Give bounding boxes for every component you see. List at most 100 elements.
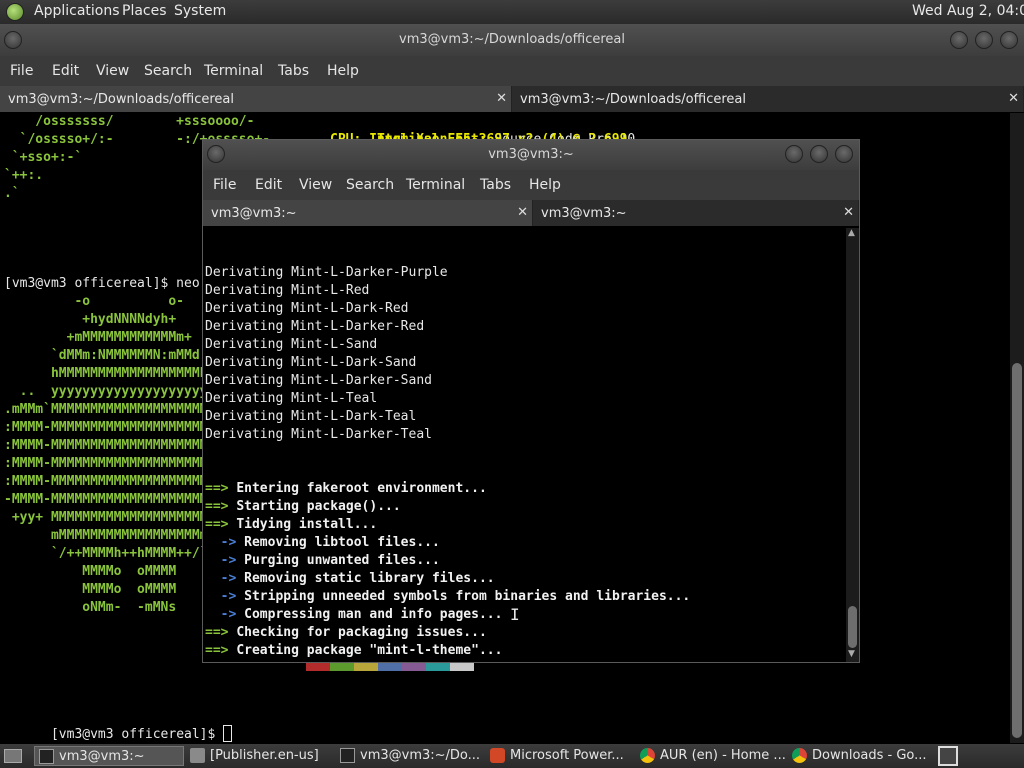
scrollbar-thumb[interactable] (1012, 363, 1022, 738)
palette-swatch (330, 663, 354, 671)
build-marker: ==> (205, 625, 229, 640)
derivating-line: Derivating Mint-L-Darker-Purple (205, 265, 448, 280)
tab-close-icon[interactable]: ✕ (496, 91, 507, 106)
taskbar-item-publisher[interactable]: [Publisher.en-us] (186, 746, 334, 766)
build-line: -> Purging unwanted files... (205, 552, 845, 570)
taskbar-label: Microsoft Power... (510, 748, 624, 763)
derivating-line: Derivating Mint-L-Dark-Teal (205, 409, 417, 424)
menu-edit[interactable]: Edit (255, 177, 282, 193)
taskbar-item-terminal-downloads[interactable]: vm3@vm3:~/Do... (336, 746, 484, 766)
palette-swatch (306, 663, 330, 671)
palette-swatch (426, 663, 450, 671)
front-window-menubar: File Edit View Search Terminal Tabs Help (203, 170, 859, 200)
final-prompt-line: [vm3@vm3 officereal]$ (4, 707, 233, 743)
taskbar-item-downloads[interactable]: Downloads - Go... (788, 746, 934, 766)
maximize-button[interactable] (810, 145, 828, 163)
tab-close-icon[interactable]: ✕ (1008, 91, 1019, 106)
tab-home-1[interactable]: vm3@vm3:~ ✕ (203, 200, 533, 226)
menu-terminal[interactable]: Terminal (406, 177, 465, 193)
ascii-logo-line: +yy+ MMMMMMMMMMMMMMMMMMMM (4, 510, 208, 525)
window-menu-icon[interactable] (4, 31, 22, 49)
build-marker: -> (205, 589, 237, 604)
show-desktop-icon[interactable] (4, 749, 22, 763)
taskbar-label: vm3@vm3:~/Do... (360, 748, 481, 763)
ascii-logo-line: :MMMM-MMMMMMMMMMMMMMMMMMMM (4, 456, 208, 471)
build-marker: ==> (205, 517, 229, 532)
build-text: Creating package "mint-l-theme"... (236, 643, 503, 658)
build-marker: -> (205, 553, 237, 568)
menu-view[interactable]: View (299, 177, 332, 193)
front-window-titlebar[interactable]: vm3@vm3:~ (203, 140, 859, 170)
derivating-line: Derivating Mint-L-Sand (205, 337, 378, 352)
maximize-button[interactable] (975, 31, 993, 49)
scroll-up-icon[interactable]: ▲ (848, 228, 855, 238)
tab-label: vm3@vm3:~/Downloads/officereal (520, 92, 746, 107)
ascii-logo-line: :MMMM-MMMMMMMMMMMMMMMMMMMM (4, 474, 208, 489)
build-line: ==> Checking for packaging issues... (205, 624, 845, 642)
tab-close-icon[interactable]: ✕ (843, 205, 854, 220)
ascii-logo-line: +hydNNNNdyh+ (4, 312, 177, 327)
taskbar-item-aur[interactable]: AUR (en) - Home ... (636, 746, 786, 766)
clock[interactable]: Wed Aug 2, 04:04 (912, 3, 1024, 19)
menu-file[interactable]: File (213, 177, 236, 193)
mint-logo-icon[interactable] (6, 3, 24, 21)
menu-search[interactable]: Search (144, 63, 192, 79)
taskbar-item-powerpoint[interactable]: Microsoft Power... (486, 746, 634, 766)
applications-menu[interactable]: Applications (34, 3, 120, 19)
front-terminal-output[interactable]: Derivating Mint-L-Darker-Purple Derivatin… (205, 228, 845, 660)
workspace-switcher-icon[interactable] (938, 746, 958, 766)
build-line: ==> Tidying install... (205, 516, 845, 534)
menu-tabs[interactable]: Tabs (278, 63, 309, 79)
ascii-logo-line: -o o- (4, 294, 185, 309)
top-panel: Applications Places System Wed Aug 2, 04… (0, 0, 1024, 24)
front-window-tabbar: vm3@vm3:~ ✕ vm3@vm3:~ ✕ (203, 200, 859, 226)
minimize-button[interactable] (950, 31, 968, 49)
back-window-title: vm3@vm3:~/Downloads/officereal (399, 32, 625, 47)
terminal-icon (39, 749, 54, 764)
scroll-down-icon[interactable]: ▼ (848, 649, 855, 659)
front-window-scrollbar[interactable]: ▲ ▼ (846, 228, 859, 662)
close-button[interactable] (1000, 31, 1018, 49)
tab-home-2[interactable]: vm3@vm3:~ ✕ (533, 200, 859, 226)
minimize-button[interactable] (785, 145, 803, 163)
menu-file[interactable]: File (10, 63, 33, 79)
scrollbar-thumb[interactable] (848, 606, 857, 648)
tab-officereal-1[interactable]: vm3@vm3:~/Downloads/officereal ✕ (0, 86, 512, 112)
window-menu-icon[interactable] (207, 145, 225, 163)
build-text: Stripping unneeded symbols from binaries… (244, 589, 691, 604)
build-marker: ==> (205, 481, 229, 496)
ascii-logo-line: mMMMMMMMMMMMMMMMMMMm (4, 528, 208, 543)
tab-officereal-2[interactable]: vm3@vm3:~/Downloads/officereal ✕ (512, 86, 1024, 112)
menu-terminal[interactable]: Terminal (204, 63, 263, 79)
system-menu[interactable]: System (174, 3, 226, 19)
back-window-scrollbar[interactable] (1010, 113, 1024, 743)
palette-swatch (282, 663, 306, 671)
tab-close-icon[interactable]: ✕ (517, 205, 528, 220)
build-line: -> Removing static library files... (205, 570, 845, 588)
build-text: Starting package()... (236, 499, 401, 514)
menu-view[interactable]: View (96, 63, 129, 79)
build-line: -> Stripping unneeded symbols from binar… (205, 588, 845, 606)
chrome-icon (640, 748, 655, 763)
ascii-logo-line: MMMMo oMMMM (4, 564, 177, 579)
menu-help[interactable]: Help (529, 177, 561, 193)
build-text: Tidying install... (236, 517, 378, 532)
taskbar-item-terminal-home[interactable]: vm3@vm3:~ (34, 746, 184, 766)
places-menu[interactable]: Places (122, 3, 167, 19)
derivating-line: Derivating Mint-L-Darker-Sand (205, 373, 432, 388)
close-button[interactable] (835, 145, 853, 163)
palette-swatch (354, 663, 378, 671)
build-lines: ==> Entering fakeroot environment... ==> … (205, 480, 845, 660)
menu-help[interactable]: Help (327, 63, 359, 79)
derivating-line: Derivating Mint-L-Darker-Red (205, 319, 425, 334)
build-line: -> Removing libtool files... (205, 534, 845, 552)
back-window-titlebar[interactable]: vm3@vm3:~/Downloads/officereal (0, 24, 1024, 56)
menu-edit[interactable]: Edit (52, 63, 79, 79)
ascii-logo-line: .mMMm`MMMMMMMMMMMMMMMMMMMM (4, 402, 208, 417)
menu-tabs[interactable]: Tabs (480, 177, 511, 193)
build-line: ==> Creating package "mint-l-theme"... (205, 642, 845, 660)
back-window-menubar: File Edit View Search Terminal Tabs Help (0, 56, 1024, 86)
ascii-logo-line: MMMMo oMMMM (4, 582, 177, 597)
menu-search[interactable]: Search (346, 177, 394, 193)
taskbar-label: AUR (en) - Home ... (660, 748, 786, 763)
